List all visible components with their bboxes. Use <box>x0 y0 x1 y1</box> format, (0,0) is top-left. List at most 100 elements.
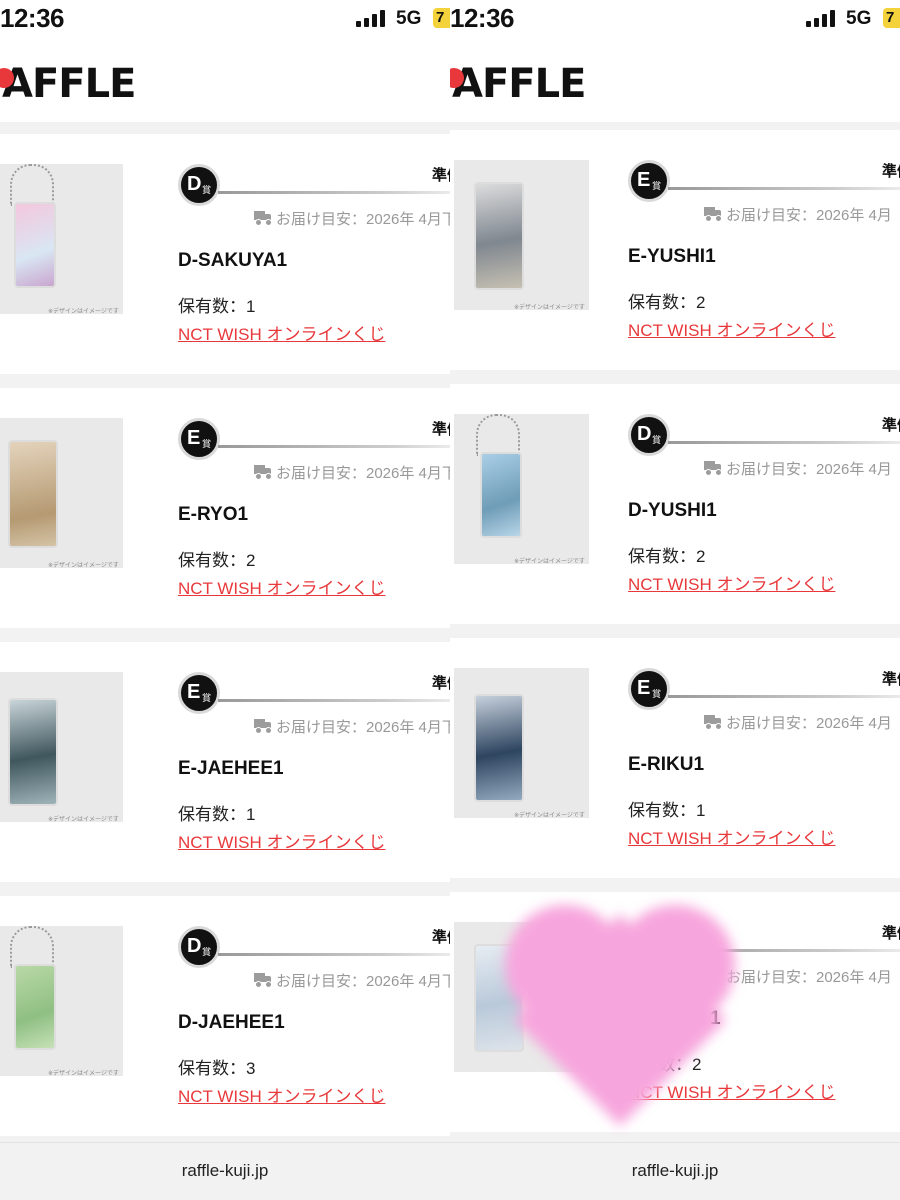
site-header[interactable]: AFFLE <box>450 40 900 122</box>
prize-grade-badge: D賞 <box>628 414 670 456</box>
product-thumbnail[interactable]: ※デザインはイメージです <box>454 668 589 819</box>
progress-line <box>218 191 450 194</box>
progress-line <box>218 445 450 448</box>
prize-card[interactable]: ※デザインはイメージです D賞 準備 お届け目安：2026年 4月 D-YUSH… <box>450 384 900 624</box>
left-screenshot-pane: 12:36 5G 7 AFFLE ※デザインはイメージです D賞 準備 お届け目… <box>0 0 450 1200</box>
shipping-status: 準備 <box>882 925 900 942</box>
delivery-estimate: お届け目安：2026年 4月下 <box>276 973 450 990</box>
owned-count: 保有数：1 <box>178 805 256 824</box>
product-thumbnail[interactable]: ※デザインはイメージです <box>454 160 589 311</box>
product-thumbnail[interactable]: ※デザインはイメージです <box>0 672 123 823</box>
browser-address-bar[interactable]: raffle-kuji.jp <box>450 1142 900 1200</box>
acrylic-keychain-image <box>480 452 522 538</box>
url-text[interactable]: raffle-kuji.jp <box>450 1161 900 1181</box>
prize-card[interactable]: ※デザインはイメージです E賞 準備 お届け目安：2026年 4月下 E-JAE… <box>0 642 450 882</box>
shipping-status: 準備 <box>432 675 450 692</box>
prize-grade-badge: E賞 <box>178 672 220 714</box>
prize-card[interactable]: ※デザインはイメージです E賞 準備 お届け目安：2026年 4月 E-YUSH… <box>450 130 900 370</box>
prize-name: E-RIKU1 <box>628 754 705 775</box>
acrylic-keychain-image <box>14 202 56 288</box>
ball-chain-icon <box>10 164 54 206</box>
shipping-status: 準備 <box>882 163 900 180</box>
status-bar: 12:36 5G 7 <box>450 0 900 40</box>
prize-name: D-SAKUYA1 <box>178 250 288 271</box>
url-text[interactable]: raffle-kuji.jp <box>0 1161 450 1181</box>
acrylic-card-image <box>474 694 524 802</box>
prize-grade-badge: D賞 <box>178 926 220 968</box>
progress-line <box>668 187 900 190</box>
owned-count: 保有数：2 <box>178 551 256 570</box>
thumbnail-note: ※デザインはイメージです <box>514 813 585 819</box>
truck-icon <box>254 211 272 226</box>
prize-card[interactable]: ※デザインはイメージです E賞 準備 お届け目安：2026年 4月下 E-RYO… <box>0 388 450 628</box>
truck-icon <box>254 973 272 988</box>
lottery-link[interactable]: NCT WISH オンラインくじ <box>178 320 385 345</box>
shipping-status: 準備 <box>432 167 450 184</box>
brand-logo[interactable]: AFFLE <box>452 61 586 107</box>
prize-grade-badge: E賞 <box>628 160 670 202</box>
prize-name: E-JAEHEE1 <box>178 758 284 779</box>
thumbnail-note: ※デザインはイメージです <box>514 559 585 565</box>
battery-icon: 7 <box>433 8 450 28</box>
status-time: 12:36 <box>450 3 515 33</box>
delivery-estimate: お届け目安：2026年 4月 <box>726 969 892 986</box>
prize-name: D-YUSHI1 <box>628 500 717 521</box>
delivery-estimate: お届け目安：2026年 4月下 <box>276 211 450 228</box>
prize-grade-badge: E賞 <box>628 668 670 710</box>
acrylic-card-image <box>8 440 58 548</box>
lottery-link[interactable]: NCT WISH オンラインくじ <box>628 824 835 849</box>
battery-icon: 7 <box>883 8 900 28</box>
prize-name: D-JAEHEE1 <box>178 1012 285 1033</box>
owned-count: 保有数：2 <box>628 293 706 312</box>
prize-card[interactable]: ※デザインはイメージです D賞 準備 お届け目安：2026年 4月下 D-SAK… <box>0 134 450 374</box>
product-thumbnail[interactable]: ※デザインはイメージです <box>0 418 123 569</box>
thumbnail-note: ※デザインはイメージです <box>514 305 585 311</box>
acrylic-card-image <box>474 182 524 290</box>
prize-name: E-YUSHI1 <box>628 246 716 267</box>
truck-icon <box>704 461 722 476</box>
thumbnail-note: ※デザインはイメージです <box>48 309 119 315</box>
browser-address-bar[interactable]: raffle-kuji.jp <box>0 1142 450 1200</box>
signal-icon <box>806 9 838 27</box>
owned-count: 保有数：2 <box>628 547 706 566</box>
owned-count: 保有数：1 <box>178 297 256 316</box>
acrylic-keychain-image <box>14 964 56 1050</box>
signal-icon <box>356 9 388 27</box>
prize-card[interactable]: ※デザインはイメージです E賞 準備 お届け目安：2026年 4月 E-RIKU… <box>450 638 900 878</box>
lottery-link[interactable]: NCT WISH オンラインくじ <box>628 316 835 341</box>
owned-count: 保有数：1 <box>628 801 706 820</box>
lottery-link[interactable]: NCT WISH オンラインくじ <box>628 570 835 595</box>
ball-chain-icon <box>10 926 54 968</box>
site-header[interactable]: AFFLE <box>0 40 450 122</box>
owned-count: 保有数：3 <box>178 1059 256 1078</box>
shipping-status: 準備 <box>882 671 900 688</box>
status-bar: 12:36 5G 7 <box>0 0 450 40</box>
heart-sticker-icon <box>505 905 735 1127</box>
truck-icon <box>704 207 722 222</box>
prize-card[interactable]: ※デザインはイメージです D賞 準備 お届け目安：2026年 4月下 D-JAE… <box>0 896 450 1136</box>
product-thumbnail[interactable]: ※デザインはイメージです <box>454 414 589 565</box>
thumbnail-note: ※デザインはイメージです <box>48 563 119 569</box>
lottery-link[interactable]: NCT WISH オンラインくじ <box>178 1082 385 1107</box>
lottery-link[interactable]: NCT WISH オンラインくじ <box>178 574 385 599</box>
status-time: 12:36 <box>0 3 65 33</box>
network-type: 5G <box>396 8 422 29</box>
delivery-estimate: お届け目安：2026年 4月 <box>726 207 892 224</box>
progress-line <box>668 441 900 444</box>
brand-logo[interactable]: AFFLE <box>2 61 136 107</box>
acrylic-card-image <box>8 698 58 806</box>
delivery-estimate: お届け目安：2026年 4月下 <box>276 465 450 482</box>
prize-grade-badge: D賞 <box>178 164 220 206</box>
product-thumbnail[interactable]: ※デザインはイメージです <box>0 926 123 1077</box>
progress-line <box>668 695 900 698</box>
shipping-status: 準備 <box>432 929 450 946</box>
delivery-estimate: お届け目安：2026年 4月 <box>726 715 892 732</box>
network-type: 5G <box>846 8 872 29</box>
prize-grade-badge: E賞 <box>178 418 220 460</box>
product-thumbnail[interactable]: ※デザインはイメージです <box>0 164 123 315</box>
shipping-status: 準備 <box>882 417 900 434</box>
thumbnail-note: ※デザインはイメージです <box>48 1071 119 1077</box>
truck-icon <box>254 719 272 734</box>
lottery-link[interactable]: NCT WISH オンラインくじ <box>178 828 385 853</box>
progress-line <box>218 953 450 956</box>
